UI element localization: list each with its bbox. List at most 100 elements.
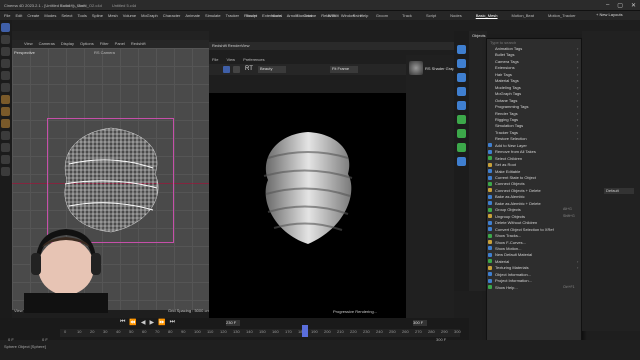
menu-item-set-as-root[interactable]: Set as Root xyxy=(495,162,516,167)
menu-item-show-help[interactable]: Show Help... xyxy=(495,285,518,290)
menu-item-programming-tags[interactable]: Programming Tags xyxy=(495,104,529,109)
render-stop-icon[interactable] xyxy=(233,66,240,73)
scale-tool-icon[interactable] xyxy=(1,35,10,44)
menu-character[interactable]: Character xyxy=(163,13,181,18)
menu-tools[interactable]: Tools xyxy=(78,13,87,18)
render-play-icon[interactable] xyxy=(223,66,230,73)
menu-item-connect-objects-delete[interactable]: Connect Objects + Delete xyxy=(495,188,541,193)
menu-item-bullet-tags[interactable]: Bullet Tags xyxy=(495,52,515,57)
menu-tracker[interactable]: Tracker xyxy=(226,13,239,18)
preview-start-frame[interactable]: 0 F xyxy=(42,337,48,342)
maximize-button[interactable]: ▢ xyxy=(617,2,623,9)
menu-item-material[interactable]: Material xyxy=(495,259,509,264)
end-frame-field[interactable]: 300 F xyxy=(413,320,427,326)
mograph-icon[interactable] xyxy=(457,115,466,124)
viewport-camera[interactable]: RS Camera xyxy=(94,50,115,55)
menu-item-remove-from-all-takes[interactable]: Remove from All Takes xyxy=(495,149,536,154)
layout-tab-basic-mesh[interactable]: Basic_Mesh xyxy=(476,13,498,18)
camera-icon[interactable] xyxy=(457,157,466,166)
menu-item-show-motion[interactable]: Show Motion... xyxy=(495,246,521,251)
menu-item-new-default-material[interactable]: New Default Material xyxy=(495,252,532,257)
doc-tab-1[interactable]: Rotation_Crafti_O2.c4d xyxy=(60,3,102,8)
context-menu-search[interactable]: Type to search xyxy=(490,40,578,45)
menu-item-octane-tags[interactable]: Octane Tags xyxy=(495,98,517,103)
menu-item-delete-without-children[interactable]: Delete Without Children xyxy=(495,220,537,225)
doc-tab-2[interactable]: Untitled 5.c4d xyxy=(112,3,136,8)
menu-item-bake-as-alembic[interactable]: Bake as Alembic xyxy=(495,194,525,199)
menu-item-connect-objects[interactable]: Connect Objects xyxy=(495,181,525,186)
menu-mesh[interactable]: Mesh xyxy=(108,13,118,18)
menu-item-show-f-curves[interactable]: Show F-Curves... xyxy=(495,240,526,245)
menu-edit[interactable]: Edit xyxy=(15,13,22,18)
playhead[interactable] xyxy=(302,325,308,337)
transport--[interactable]: ⏮ xyxy=(120,319,125,326)
renderview-menu-preferences[interactable]: Preferences xyxy=(243,57,265,62)
menu-create[interactable]: Create xyxy=(27,13,39,18)
move-tool-icon[interactable] xyxy=(1,23,10,32)
menu-file[interactable]: File xyxy=(4,13,10,18)
viewport-menu-display[interactable]: Display xyxy=(61,41,74,46)
menu-item-hair-tags[interactable]: Hair Tags xyxy=(495,72,512,77)
menu-item-bake-as-alembic-delete[interactable]: Bake as Alembic + Delete xyxy=(495,201,541,206)
menu-item-material-tags[interactable]: Material Tags xyxy=(495,78,519,83)
close-button[interactable]: ✕ xyxy=(631,2,636,9)
menu-item-project-information[interactable]: Project Information... xyxy=(495,278,532,283)
layer-dropdown[interactable]: Default xyxy=(604,188,634,194)
spline-icon[interactable] xyxy=(457,59,466,68)
layout-tab-sculpt[interactable]: Sculpt xyxy=(246,13,257,18)
zoom-select[interactable]: Fit Frame xyxy=(330,66,358,73)
menu-item-show-tracks[interactable]: Show Tracks... xyxy=(495,233,521,238)
renderview-menu-view[interactable]: View xyxy=(226,57,235,62)
menu-item-texturing-materials[interactable]: Texturing Materials xyxy=(495,265,529,270)
cloner-icon[interactable] xyxy=(457,129,466,138)
snapshot-thumbnail[interactable] xyxy=(409,61,423,75)
transport--[interactable]: ▶ xyxy=(150,319,155,326)
layout-tab-nodes[interactable]: Nodes xyxy=(450,13,462,18)
viewport-menu-options[interactable]: Options xyxy=(80,41,94,46)
total-frames[interactable]: 300 F xyxy=(436,337,446,342)
layout-tab-paint[interactable]: Paint xyxy=(353,13,362,18)
menu-item-animation-tags[interactable]: Animation Tags xyxy=(495,46,522,51)
layout-tab-motion-tracker[interactable]: Motion_Tracker xyxy=(548,13,576,18)
live-select-icon[interactable] xyxy=(1,71,10,80)
light-icon[interactable] xyxy=(457,143,466,152)
select-tool-icon[interactable] xyxy=(1,59,10,68)
deformer-icon[interactable] xyxy=(457,87,466,96)
menu-modes[interactable]: Modes xyxy=(44,13,56,18)
renderview-menu-file[interactable]: File xyxy=(212,57,218,62)
start-frame[interactable]: 0 F xyxy=(8,337,14,342)
menu-item-group-objects[interactable]: Group Objects xyxy=(495,207,521,212)
menu-item-make-editable[interactable]: Make Editable xyxy=(495,169,520,174)
layout-tab-uvedit[interactable]: UVEdit xyxy=(326,13,338,18)
layout-tab-standard[interactable]: Standard xyxy=(296,13,312,18)
coordinate-icon[interactable] xyxy=(1,83,10,92)
viewport-menu-panel[interactable]: Panel xyxy=(115,41,125,46)
menu-select[interactable]: Select xyxy=(61,13,72,18)
generator-icon[interactable] xyxy=(457,73,466,82)
menu-item-camera-tags[interactable]: Camera Tags xyxy=(495,59,519,64)
menu-item-convert-object-selection-to-xref[interactable]: Convert Object Selection to XRef xyxy=(495,227,554,232)
aov-select[interactable]: Beauty xyxy=(258,66,286,73)
menu-simulate[interactable]: Simulate xyxy=(205,13,221,18)
transport--[interactable]: ⏩ xyxy=(158,319,165,326)
menu-item-render-tags[interactable]: Render Tags xyxy=(495,111,518,116)
point-mode-icon[interactable] xyxy=(1,119,10,128)
polygon-mode-icon[interactable] xyxy=(1,95,10,104)
viewport-menu-view[interactable]: View xyxy=(24,41,33,46)
edge-mode-icon[interactable] xyxy=(1,107,10,116)
field-icon[interactable] xyxy=(457,101,466,110)
layout-tab-groom[interactable]: Groom xyxy=(376,13,388,18)
menu-animate[interactable]: Animate xyxy=(185,13,200,18)
menu-item-add-to-new-layer[interactable]: Add to New Layer xyxy=(495,143,527,148)
layout-tab-model[interactable]: Model xyxy=(271,13,282,18)
menu-item-simulation-tags[interactable]: Simulation Tags xyxy=(495,123,523,128)
viewport-menu-filter[interactable]: Filter xyxy=(100,41,109,46)
menu-item-select-children[interactable]: Select Children xyxy=(495,156,522,161)
menu-item-current-state-to-object[interactable]: Current State to Object xyxy=(495,175,536,180)
rotate-tool-icon[interactable] xyxy=(1,47,10,56)
cube-icon[interactable] xyxy=(457,45,466,54)
layout-tab-script[interactable]: Script xyxy=(426,13,436,18)
layout-tab-track[interactable]: Track xyxy=(402,13,412,18)
menu-item-object-information[interactable]: Object Information... xyxy=(495,272,531,277)
menu-volume[interactable]: Volume xyxy=(123,13,136,18)
